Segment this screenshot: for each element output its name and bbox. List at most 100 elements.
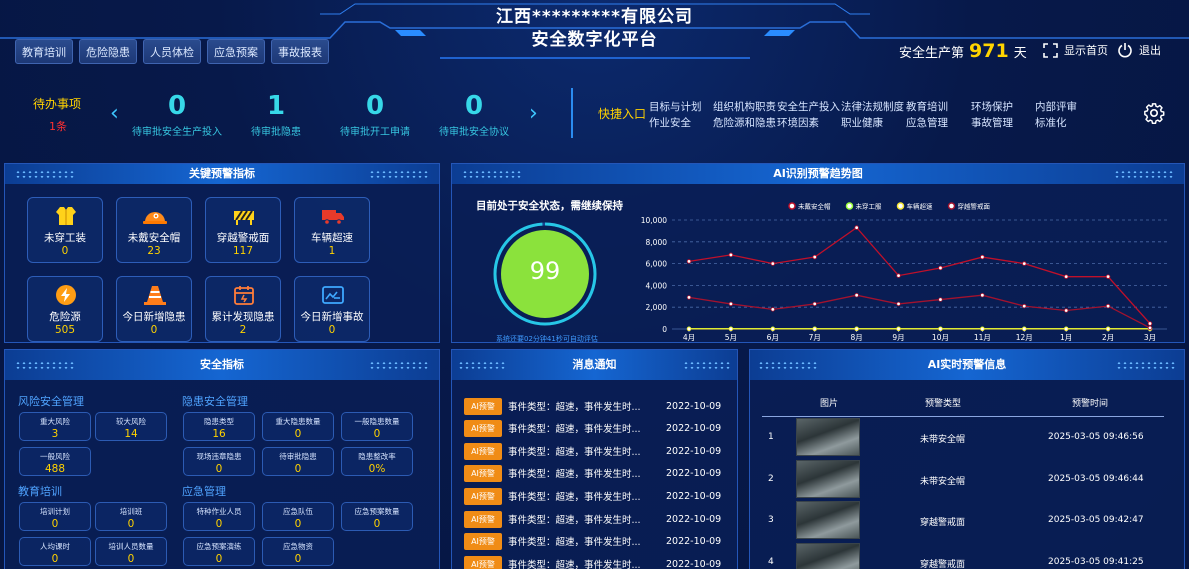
stat-card[interactable]: 较大风险 14 [95,412,167,441]
logout-button[interactable]: 退出 [1117,42,1161,58]
message-item[interactable]: AI预警 事件类型：超速，事件发生时... 2022-10-09 [464,532,734,550]
stat-value: 0 [127,518,135,530]
nav-emergency-plan-button[interactable]: 应急预案 [207,39,265,64]
warning-snapshot-image[interactable] [796,543,860,569]
table-row[interactable]: 3 穿越警戒面 2025-03-05 09:42:47 [750,501,1184,541]
warning-snapshot-image[interactable] [796,418,860,456]
todo-stat-investment[interactable]: 0 待审批安全生产投入 [122,91,232,138]
stat-label: 应急队伍 [283,507,313,516]
dots-decoration [15,361,75,370]
todo-count[interactable]: 1条 [49,118,67,134]
nav-health-check-button[interactable]: 人员体检 [143,39,201,64]
warning-card-no-workwear[interactable]: 未穿工装 0 [27,197,103,263]
todo-next-arrow-icon[interactable]: › [529,101,538,126]
stat-value: 0 [215,463,223,475]
warning-snapshot-image[interactable] [796,501,860,539]
fullscreen-icon [1043,42,1058,58]
quick-link[interactable]: 作业安全 [649,115,691,130]
quick-link[interactable]: 教育培训 [906,99,948,114]
message-item[interactable]: AI预警 事件类型：超速，事件发生时... 2022-10-09 [464,464,734,482]
todo-stat-agreement[interactable]: 0 待审批安全协议 [419,91,529,138]
nav-accident-report-button[interactable]: 事故报表 [271,39,329,64]
message-date: 2022-10-09 [666,467,722,479]
warning-card-new-hazard[interactable]: 今日新增隐患 0 [116,276,192,342]
quick-link[interactable]: 安全生产投入 [777,99,840,114]
stat-value: 0 [127,553,135,565]
stat-value: 0% [368,463,386,475]
home-button[interactable]: 显示首页 [1043,42,1108,58]
warning-value: 505 [54,324,76,336]
table-row[interactable]: 2 未带安全帽 2025-03-05 09:46:44 [750,460,1184,500]
stat-card[interactable]: 隐患整改率 0% [341,447,413,476]
stat-card[interactable]: 应急预案数量 0 [341,502,413,531]
message-item[interactable]: AI预警 事件类型：超速，事件发生时... 2022-10-09 [464,419,734,437]
message-item[interactable]: AI预警 事件类型：超速，事件发生时... 2022-10-09 [464,487,734,505]
legend-marker [896,202,905,210]
message-item[interactable]: AI预警 事件类型：超速，事件发生时... 2022-10-09 [464,510,734,528]
stat-card[interactable]: 待审批隐患 0 [262,447,334,476]
series-point [1105,326,1111,332]
stat-card[interactable]: 重大隐患数量 0 [262,412,334,441]
quick-link[interactable]: 组织机构职责 [713,99,776,114]
nav-hazard-button[interactable]: 危险隐患 [79,39,137,64]
stat-card[interactable]: 培训计划 0 [19,502,91,531]
stat-card[interactable]: 隐患类型 16 [183,412,255,441]
quick-link[interactable]: 标准化 [1035,115,1067,130]
row-type: 穿越警戒面 [920,560,966,569]
x-tick-label: 7月 [809,333,821,342]
warning-card-new-accident[interactable]: 今日新增事故 0 [294,276,370,342]
quick-link[interactable]: 危险源和隐患 [713,115,776,130]
todo-prev-arrow-icon[interactable]: ‹ [110,101,119,126]
stat-value: 14 [124,428,138,440]
ai-warning-badge: AI预警 [464,464,502,482]
series-line [688,294,1151,329]
warning-card-cross-line[interactable]: 穿越警戒面 117 [205,197,281,263]
stat-card[interactable]: 一般风险 488 [19,447,91,476]
series-point [854,293,859,298]
stat-card[interactable]: 应急队伍 0 [262,502,334,531]
warning-card-total-hazard[interactable]: 累计发现隐患 2 [205,276,281,342]
row-time: 2025-03-05 09:41:25 [1048,557,1144,567]
ai-warning-badge: AI预警 [464,419,502,437]
stat-card[interactable]: 现场违章隐患 0 [183,447,255,476]
quick-link[interactable]: 职业健康 [841,115,883,130]
stat-label: 待审批隐患 [279,452,317,461]
stat-card[interactable]: 重大风险 3 [19,412,91,441]
stat-card[interactable]: 特种作业人员 0 [183,502,255,531]
stat-card[interactable]: 培训人员数量 0 [95,537,167,566]
dots-decoration [462,170,522,179]
key-warnings-panel: 关键预警指标 未穿工装 0 未戴安全帽 23 穿越警戒面 117 车辆超速 1 … [4,163,440,343]
quick-link[interactable]: 环境因素 [777,115,819,130]
stat-card[interactable]: 培训班 0 [95,502,167,531]
quick-link[interactable]: 目标与计划 [649,99,702,114]
quick-link[interactable]: 事故管理 [971,115,1013,130]
stat-card[interactable]: 人均课时 0 [19,537,91,566]
stat-card[interactable]: 一般隐患数量 0 [341,412,413,441]
warning-card-no-helmet[interactable]: 未戴安全帽 23 [116,197,192,263]
message-item[interactable]: AI预警 事件类型：超速，事件发生时... 2022-10-09 [464,397,734,415]
nav-education-button[interactable]: 教育培训 [15,39,73,64]
message-text: 事件类型：超速，事件发生时... [508,402,641,413]
series-point [896,273,901,278]
row-number: 3 [768,515,774,525]
quick-link[interactable]: 法律法规制度 [841,99,904,114]
warning-card-hazard-source[interactable]: 危险源 505 [27,276,103,342]
message-item[interactable]: AI预警 事件类型：超速，事件发生时... 2022-10-09 [464,442,734,460]
stat-label: 应急预案演练 [196,542,242,551]
warning-card-overspeed[interactable]: 车辆超速 1 [294,197,370,263]
quick-link[interactable]: 内部评审 [1035,99,1077,114]
quick-link[interactable]: 环场保护 [971,99,1013,114]
table-row[interactable]: 1 未带安全帽 2025-03-05 09:46:56 [750,418,1184,458]
table-row[interactable]: 4 穿越警戒面 2025-03-05 09:41:25 [750,543,1184,569]
todo-stat-startwork[interactable]: 0 待审批开工申请 [320,91,430,138]
stat-card[interactable]: 应急预案演练 0 [183,537,255,566]
series-point [1105,303,1111,309]
stat-card[interactable]: 应急物资 0 [262,537,334,566]
gear-icon[interactable] [1143,102,1165,124]
stat-label: 一般风险 [40,452,70,461]
todo-stat-hazard[interactable]: 1 待审批隐患 [221,91,331,138]
x-tick-label: 9月 [892,333,904,342]
quick-link[interactable]: 应急管理 [906,115,948,130]
message-item[interactable]: AI预警 事件类型：超速，事件发生时... 2022-10-09 [464,555,734,569]
warning-snapshot-image[interactable] [796,460,860,498]
